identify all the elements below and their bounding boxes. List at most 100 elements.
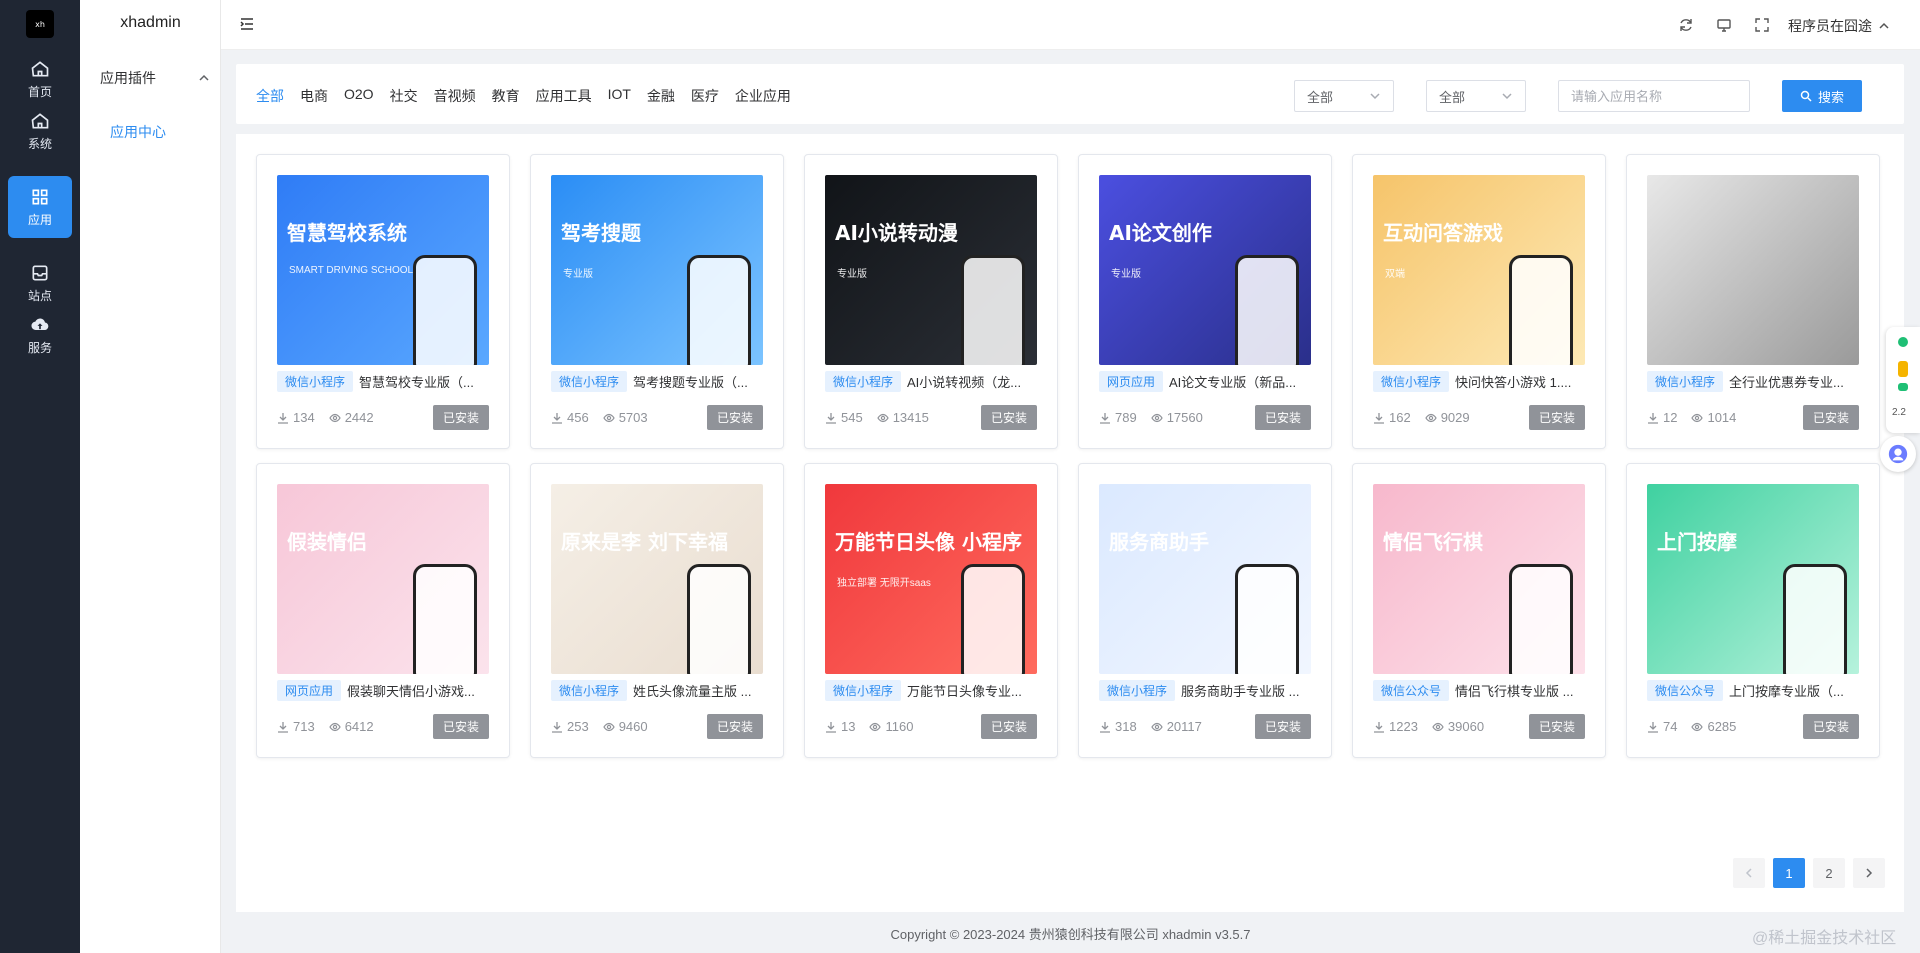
category-tab[interactable]: 企业应用 [735, 86, 791, 106]
app-thumbnail[interactable]: 上门按摩 [1647, 484, 1859, 674]
installed-button[interactable]: 已安装 [1528, 714, 1585, 739]
installed-button[interactable]: 已安装 [1802, 714, 1859, 739]
app-type-tag: 微信公众号 [1373, 680, 1450, 701]
view-count-value: 17560 [1166, 410, 1203, 425]
floating-toolbar[interactable]: 2.2 [1886, 327, 1920, 433]
view-count: 1160 [869, 719, 913, 734]
app-thumbnail[interactable]: 原来是李 刘下幸福 [551, 484, 763, 674]
app-name[interactable]: 快问快答小游戏 1.... [1455, 372, 1585, 391]
app-card[interactable]: 情侣飞行棋 微信公众号 情侣飞行棋专业版 ... 1223 39060 已安装 [1352, 463, 1606, 758]
app-meta: 微信小程序 智慧驾校专业版（... [277, 371, 489, 392]
app-thumbnail[interactable]: 万能节日头像 小程序 独立部署 无限开saas [825, 484, 1037, 674]
menu-item-app-center[interactable]: 应用中心 [110, 122, 166, 142]
prev-page-button[interactable] [1733, 858, 1765, 888]
app-name[interactable]: 万能节日头像专业... [907, 681, 1037, 700]
next-page-button[interactable] [1853, 858, 1885, 888]
app-card[interactable]: 上门按摩 微信公众号 上门按摩专业版（... 74 6285 已安装 [1626, 463, 1880, 758]
type-select[interactable]: 全部 [1294, 80, 1394, 112]
app-meta: 微信小程序 驾考搜题专业版（... [551, 371, 763, 392]
rail-item-apps[interactable]: 应用 [8, 176, 72, 238]
app-name[interactable]: 服务商助手专业版 ... [1181, 681, 1311, 700]
category-tab[interactable]: 金融 [647, 86, 675, 106]
app-card[interactable]: 原来是李 刘下幸福 微信小程序 姓氏头像流量主版 ... 253 9460 已安装 [530, 463, 784, 758]
app-thumbnail[interactable]: 情侣飞行棋 [1373, 484, 1585, 674]
app-name[interactable]: 全行业优惠券专业... [1729, 372, 1859, 391]
app-logo[interactable]: xh [26, 10, 54, 38]
category-tab[interactable]: 音视频 [434, 86, 476, 106]
status-select[interactable]: 全部 [1426, 80, 1526, 112]
thumbnail-subtitle: 双端 [1385, 269, 1405, 280]
assistant-button[interactable] [1880, 436, 1916, 472]
app-card[interactable]: 微信小程序 全行业优惠券专业... 12 1014 已安装 [1626, 154, 1880, 449]
app-stats: 1223 39060 已安装 [1373, 714, 1585, 739]
chevron-down-icon [1370, 93, 1380, 100]
app-card[interactable]: 互动问答游戏 双端 微信小程序 快问快答小游戏 1.... 162 9029 已安装 [1352, 154, 1606, 449]
thumbnail-subtitle: 专业版 [563, 269, 593, 280]
category-tab[interactable]: 教育 [492, 86, 520, 106]
eye-icon [1425, 413, 1437, 422]
app-card[interactable]: AI小说转动漫 专业版 微信小程序 AI小说转视频（龙... 545 13415 已安装 [804, 154, 1058, 449]
app-card[interactable]: 假装情侣 网页应用 假装聊天情侣小游戏... 713 6412 已安装 [256, 463, 510, 758]
category-tab[interactable]: O2O [344, 86, 374, 106]
app-thumbnail[interactable]: 假装情侣 [277, 484, 489, 674]
refresh-icon[interactable] [1678, 17, 1694, 33]
page-button[interactable]: 1 [1773, 858, 1805, 888]
phone-mockup [1509, 564, 1573, 674]
view-count: 6412 [329, 719, 374, 734]
app-card[interactable]: 万能节日头像 小程序 独立部署 无限开saas 微信小程序 万能节日头像专业... 13… [804, 463, 1058, 758]
app-card[interactable]: 驾考搜题 专业版 微信小程序 驾考搜题专业版（... 456 5703 已安装 [530, 154, 784, 449]
app-card[interactable]: 智慧驾校系统 SMART DRIVING SCHOOL 微信小程序 智慧驾校专业版（.… [256, 154, 510, 449]
app-thumbnail[interactable]: AI论文创作 专业版 [1099, 175, 1311, 365]
app-name[interactable]: 上门按摩专业版（... [1729, 681, 1859, 700]
installed-button[interactable]: 已安装 [1254, 405, 1311, 430]
installed-button[interactable]: 已安装 [1254, 714, 1311, 739]
secondary-menu: xhadmin 应用插件 应用中心 [80, 0, 221, 953]
view-count: 6285 [1691, 719, 1736, 734]
menu-group-plugins[interactable]: 应用插件 [100, 68, 210, 88]
app-name[interactable]: AI小说转视频（龙... [907, 372, 1037, 391]
category-tab[interactable]: 应用工具 [536, 86, 592, 106]
category-tab[interactable]: 社交 [390, 86, 418, 106]
rail-item-system[interactable]: 系统 [8, 100, 72, 162]
download-count: 162 [1373, 410, 1411, 425]
category-tab[interactable]: IOT [608, 86, 631, 106]
rail-item-label: 站点 [27, 288, 52, 303]
installed-button[interactable]: 已安装 [1528, 405, 1585, 430]
fullscreen-icon[interactable] [1754, 17, 1770, 33]
menu-group-label: 应用插件 [100, 70, 156, 86]
app-thumbnail[interactable]: 互动问答游戏 双端 [1373, 175, 1585, 365]
menu-toggle-icon[interactable] [239, 16, 255, 32]
app-thumbnail[interactable]: 服务商助手 [1099, 484, 1311, 674]
app-thumbnail[interactable]: 驾考搜题 专业版 [551, 175, 763, 365]
search-button[interactable]: 搜索 [1782, 80, 1862, 112]
app-card[interactable]: 服务商助手 微信小程序 服务商助手专业版 ... 318 20117 已安装 [1078, 463, 1332, 758]
app-name[interactable]: 姓氏头像流量主版 ... [633, 681, 763, 700]
page-button[interactable]: 2 [1813, 858, 1845, 888]
installed-button[interactable]: 已安装 [706, 714, 763, 739]
installed-button[interactable]: 已安装 [980, 405, 1037, 430]
monitor-icon[interactable] [1716, 17, 1732, 33]
app-stats: 318 20117 已安装 [1099, 714, 1311, 739]
category-tab[interactable]: 医疗 [691, 86, 719, 106]
installed-button[interactable]: 已安装 [432, 714, 489, 739]
app-thumbnail[interactable]: 智慧驾校系统 SMART DRIVING SCHOOL [277, 175, 489, 365]
installed-button[interactable]: 已安装 [1802, 405, 1859, 430]
app-card[interactable]: AI论文创作 专业版 网页应用 AI论文专业版（新品... 789 17560 已安装 [1078, 154, 1332, 449]
category-tab[interactable]: 全部 [256, 86, 284, 106]
app-thumbnail[interactable]: AI小说转动漫 专业版 [825, 175, 1037, 365]
installed-button[interactable]: 已安装 [980, 714, 1037, 739]
app-name[interactable]: AI论文专业版（新品... [1169, 372, 1311, 391]
installed-button[interactable]: 已安装 [432, 405, 489, 430]
app-title: xhadmin [120, 14, 181, 31]
app-name[interactable]: 情侣飞行棋专业版 ... [1455, 681, 1585, 700]
user-menu[interactable]: 程序员在囧途 [1788, 16, 1890, 36]
app-name[interactable]: 驾考搜题专业版（... [633, 372, 763, 391]
view-count-value: 39060 [1447, 719, 1485, 734]
rail-item-service[interactable]: 服务 [8, 304, 72, 366]
app-name-search-input[interactable] [1558, 80, 1750, 112]
installed-button[interactable]: 已安装 [706, 405, 763, 430]
app-name[interactable]: 假装聊天情侣小游戏... [347, 681, 489, 700]
app-name[interactable]: 智慧驾校专业版（... [359, 372, 489, 391]
app-thumbnail[interactable] [1647, 175, 1859, 365]
category-tab[interactable]: 电商 [300, 86, 328, 106]
